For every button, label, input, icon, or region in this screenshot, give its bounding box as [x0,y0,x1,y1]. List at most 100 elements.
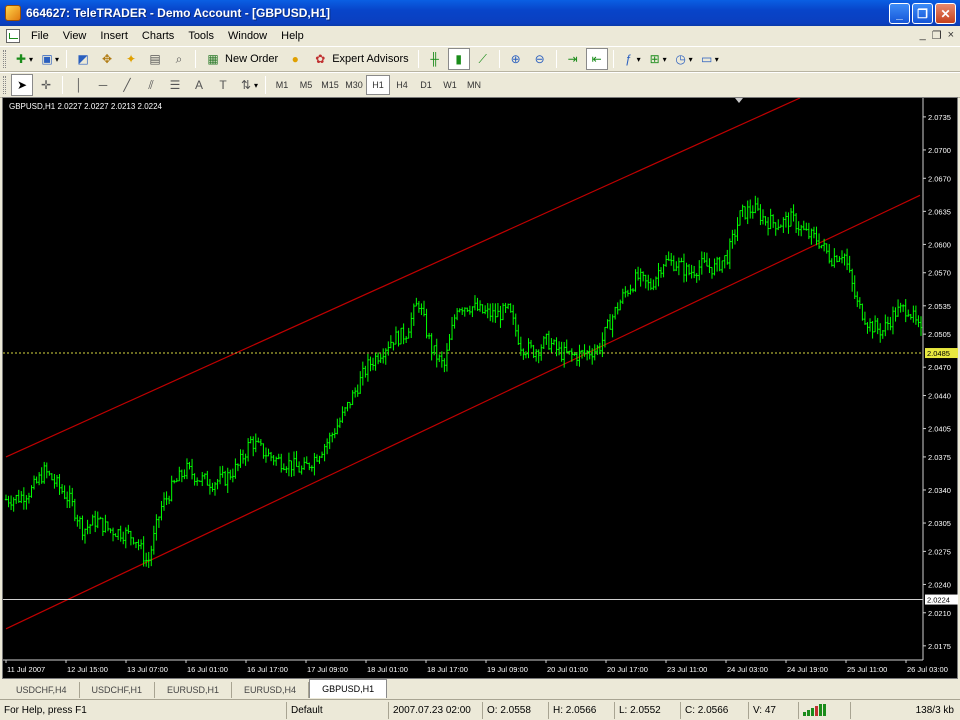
toolbar-separator [555,50,557,68]
text-label-button[interactable]: T [212,74,234,96]
channel-icon: ⫽ [148,77,154,92]
navigator-button[interactable]: ✦ [120,48,142,70]
chart-tab-eurusd-h4[interactable]: EURUSD,H4 [232,682,310,698]
arrows-icon: ⇅ [240,78,252,92]
chart-tab-usdchf-h1[interactable]: USDCHF,H1 [80,682,156,698]
cursor-button[interactable]: ➤ [11,74,33,96]
new-order-icon: ▦ [207,52,219,66]
time-tick-label: 16 Jul 01:00 [187,665,228,674]
profiles-button[interactable]: ▣ ▾ [37,48,61,70]
periods-button[interactable]: ◷ ▾ [671,48,695,70]
auto-scroll-icon: ⇥ [567,52,578,66]
menu-tools[interactable]: Tools [181,28,221,44]
horizontal-line-button[interactable]: ─ [92,74,114,96]
close-button[interactable]: ✕ [935,3,956,24]
timeframe-m1[interactable]: M1 [270,75,294,95]
zoom-out-button[interactable]: ⊖ [529,48,551,70]
menu-view[interactable]: View [56,28,94,44]
price-tick-label: 2.0570 [928,269,951,278]
menu-window[interactable]: Window [221,28,274,44]
chart-tab-usdchf-h4[interactable]: USDCHF,H4 [4,682,80,698]
timeframe-d1[interactable]: D1 [414,75,438,95]
fibonacci-icon: ☰ [169,78,181,92]
price-tick-label: 2.0635 [928,207,951,216]
indicators-button[interactable]: ƒ ▾ [619,48,643,70]
chart-tab-eurusd-h1[interactable]: EURUSD,H1 [155,682,233,698]
mdi-minimize-button[interactable]: _ [920,29,926,42]
add-indicator-icon: ⊞ [649,52,660,66]
metaeditor-button[interactable]: ● [284,48,306,70]
zoom-in-button[interactable]: ⊕ [505,48,527,70]
arrows-button[interactable]: ⇅ ▾ [236,74,260,96]
expert-advisors-icon: ✿ [315,52,326,66]
mdi-close-button[interactable]: × [948,29,954,42]
mdi-restore-button[interactable]: ❐ [932,29,942,42]
time-tick-label: 24 Jul 19:00 [787,665,828,674]
text-button[interactable]: A [188,74,210,96]
data-window-button[interactable]: ✥ [96,48,118,70]
candlestick-button[interactable]: ▮ [447,48,470,70]
chart-canvas[interactable]: 2.0735 2.0700 2.0670 2.0635 2.0600 2.0570 2.05… [3,98,959,680]
toolbar-grip[interactable] [3,50,6,68]
menu-charts[interactable]: Charts [135,28,181,44]
price-tick-label: 2.0240 [928,580,951,589]
trendline-button[interactable]: ╱ [116,74,138,96]
price-tick-label: 2.0175 [928,642,951,651]
toolbar-grip[interactable] [3,76,6,94]
status-profile: Default [286,701,388,719]
price-tick-label: 2.0600 [928,240,951,249]
time-tick-label: 16 Jul 17:00 [247,665,288,674]
timeframe-h1[interactable]: H1 [366,75,391,95]
chart-shift-marker-icon [735,98,743,103]
time-tick-label: 13 Jul 07:00 [127,665,168,674]
bar-chart-icon: ╫ [430,52,439,66]
channel-upper-line [5,98,801,458]
chart-shift-button[interactable]: ⇤ [585,48,608,70]
vertical-line-button[interactable]: │ [68,74,90,96]
templates-button[interactable]: ▭ ▾ [697,48,721,70]
menu-help[interactable]: Help [274,28,311,44]
equidistant-channel-button[interactable]: ⫽ [140,74,162,96]
price-tick-label: 2.0505 [928,330,951,339]
timeframe-m5[interactable]: M5 [294,75,318,95]
menu-insert[interactable]: Insert [93,28,135,44]
chart-window-icon[interactable] [6,29,20,43]
line-chart-button[interactable]: ⟋ [472,48,494,70]
crosshair-button[interactable]: ✛ [35,74,57,96]
terminal-button[interactable]: ▤ [144,48,166,70]
new-chart-button[interactable]: ✚ ▾ [11,48,35,70]
bid-price-label: 2.0485 [927,349,950,358]
time-tick-label: 25 Jul 11:00 [847,665,887,674]
timeframe-m15[interactable]: M15 [318,75,342,95]
price-chart[interactable]: 2.0735 2.0700 2.0670 2.0635 2.0600 2.0570 2.05… [2,97,958,679]
status-datetime: 2007.07.23 02:00 [388,701,482,719]
crosshair-icon: ✥ [102,52,113,66]
tester-button[interactable]: ⌕ [168,48,190,70]
profiles-icon: ▣ [41,52,53,66]
expert-advisors-button[interactable]: ✿ Expert Advisors [308,48,412,70]
market-watch-button[interactable]: ◩ [72,48,94,70]
new-order-button[interactable]: ▦ New Order [201,48,282,70]
chart-shift-icon: ⇤ [591,52,602,66]
line-studies-toolbar: ➤ ✛ │ ─ ╱ ⫽ ☰ A T ⇅ ▾ M1 M5 M15 M30 H1 H4… [0,72,960,98]
timeframe-m30[interactable]: M30 [342,75,366,95]
maximize-button[interactable]: ❐ [912,3,933,24]
timeframe-mn[interactable]: MN [462,75,486,95]
menu-file[interactable]: File [24,28,56,44]
time-tick-label: 17 Jul 09:00 [307,665,348,674]
status-low: L: 2.0552 [614,701,680,719]
title-bar[interactable]: 664627: TeleTRADER - Demo Account - [GBP… [0,0,960,26]
fibonacci-button[interactable]: ☰ [164,74,186,96]
app-window: 664627: TeleTRADER - Demo Account - [GBP… [0,0,960,720]
add-indicator-button[interactable]: ⊞ ▾ [645,48,669,70]
zoom-in-icon: ⊕ [510,52,521,66]
time-tick-label: 18 Jul 01:00 [367,665,408,674]
chart-tab-gbpusd-h1[interactable]: GBPUSD,H1 [309,679,388,698]
status-volume: V: 47 [748,701,798,719]
timeframe-h4[interactable]: H4 [390,75,414,95]
auto-scroll-button[interactable]: ⇥ [562,48,584,70]
timeframe-w1[interactable]: W1 [438,75,462,95]
terminal-icon: ▤ [149,52,161,66]
bar-chart-button[interactable]: ╫ [424,48,446,70]
minimize-button[interactable]: _ [889,3,910,24]
